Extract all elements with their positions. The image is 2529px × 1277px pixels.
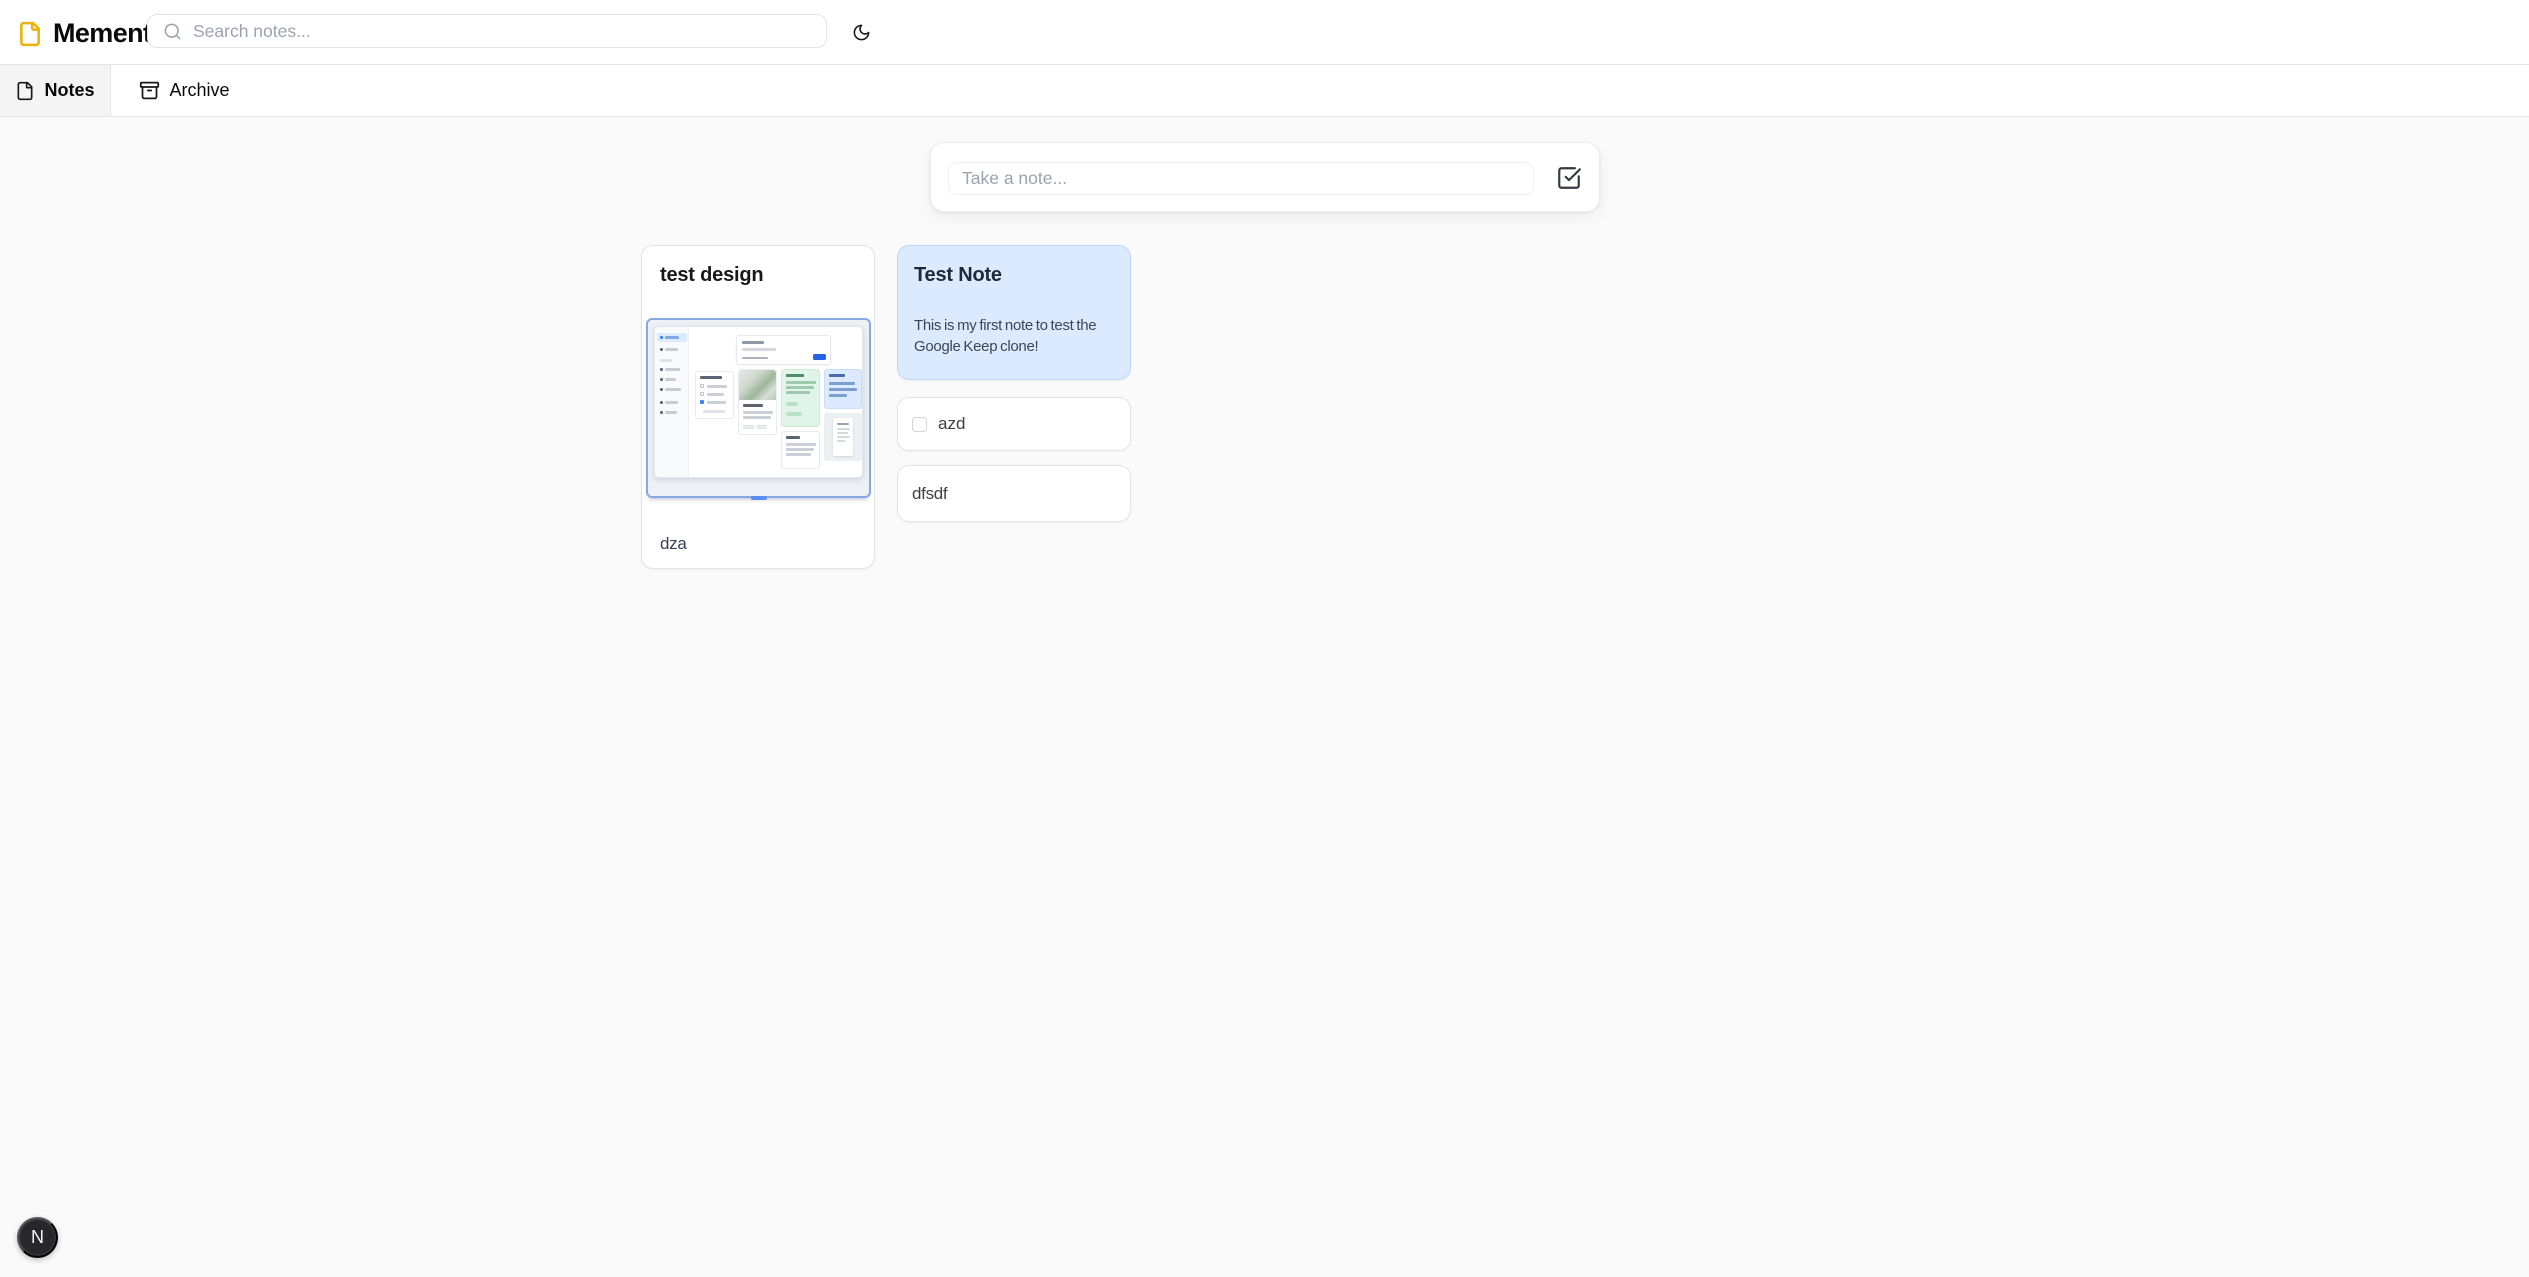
note-body: dfsdf	[912, 483, 947, 504]
tab-bar: Notes Archive	[0, 64, 2529, 117]
thumbnail-blue-card	[824, 369, 862, 409]
new-checklist-button[interactable]	[1551, 161, 1587, 195]
thumbnail-photo-card	[738, 369, 777, 435]
app-header: Memento	[0, 0, 2529, 64]
note-title: test design	[642, 264, 874, 287]
thumbnail-composer	[736, 335, 831, 365]
note-card-azd[interactable]: azd	[897, 397, 1131, 451]
notes-column-2: Test Note This is my first note to test …	[897, 245, 1131, 522]
image-resize-handle[interactable]	[751, 496, 767, 500]
tab-archive-label: Archive	[169, 80, 229, 101]
tab-notes[interactable]: Notes	[0, 65, 111, 116]
note-body: This is my first note to test the Google…	[914, 315, 1114, 357]
user-avatar[interactable]: N	[17, 1217, 58, 1258]
search-icon	[163, 22, 182, 41]
file-icon	[17, 21, 43, 47]
thumbnail-app-window	[654, 326, 863, 478]
theme-toggle-button[interactable]	[843, 14, 879, 50]
thumbnail-white-card	[781, 431, 820, 469]
search-input[interactable]	[182, 15, 826, 47]
thumbnail-phone-mockup	[824, 413, 862, 461]
note-card-dfsdf[interactable]: dfsdf	[897, 465, 1131, 522]
tab-notes-label: Notes	[44, 80, 94, 101]
checklist-checkbox[interactable]	[912, 417, 927, 432]
note-composer	[930, 142, 1600, 212]
thumbnail-sidebar	[655, 327, 689, 477]
note-image-thumbnail[interactable]	[646, 318, 871, 498]
checklist-item-label: azd	[938, 414, 965, 434]
note-card-test-note[interactable]: Test Note This is my first note to test …	[897, 245, 1131, 380]
memento-app: Memento Notes Archive	[0, 0, 2529, 1277]
search-bar	[147, 14, 827, 48]
notes-column-1: test design	[641, 245, 875, 569]
note-title: Test Note	[914, 264, 1114, 287]
file-icon	[15, 81, 35, 101]
tab-archive[interactable]: Archive	[111, 65, 258, 116]
note-body: dza	[642, 533, 874, 554]
take-a-note-input[interactable]	[948, 162, 1534, 195]
note-card-test-design[interactable]: test design	[641, 245, 875, 569]
archive-icon	[139, 80, 160, 101]
avatar-initial: N	[31, 1227, 44, 1248]
moon-icon	[852, 23, 871, 42]
check-square-icon	[1556, 165, 1582, 191]
thumbnail-green-card	[781, 369, 820, 427]
thumbnail-checklist-card	[695, 371, 734, 419]
app-logo: Memento	[17, 18, 167, 49]
notes-grid: test design	[641, 245, 1131, 569]
